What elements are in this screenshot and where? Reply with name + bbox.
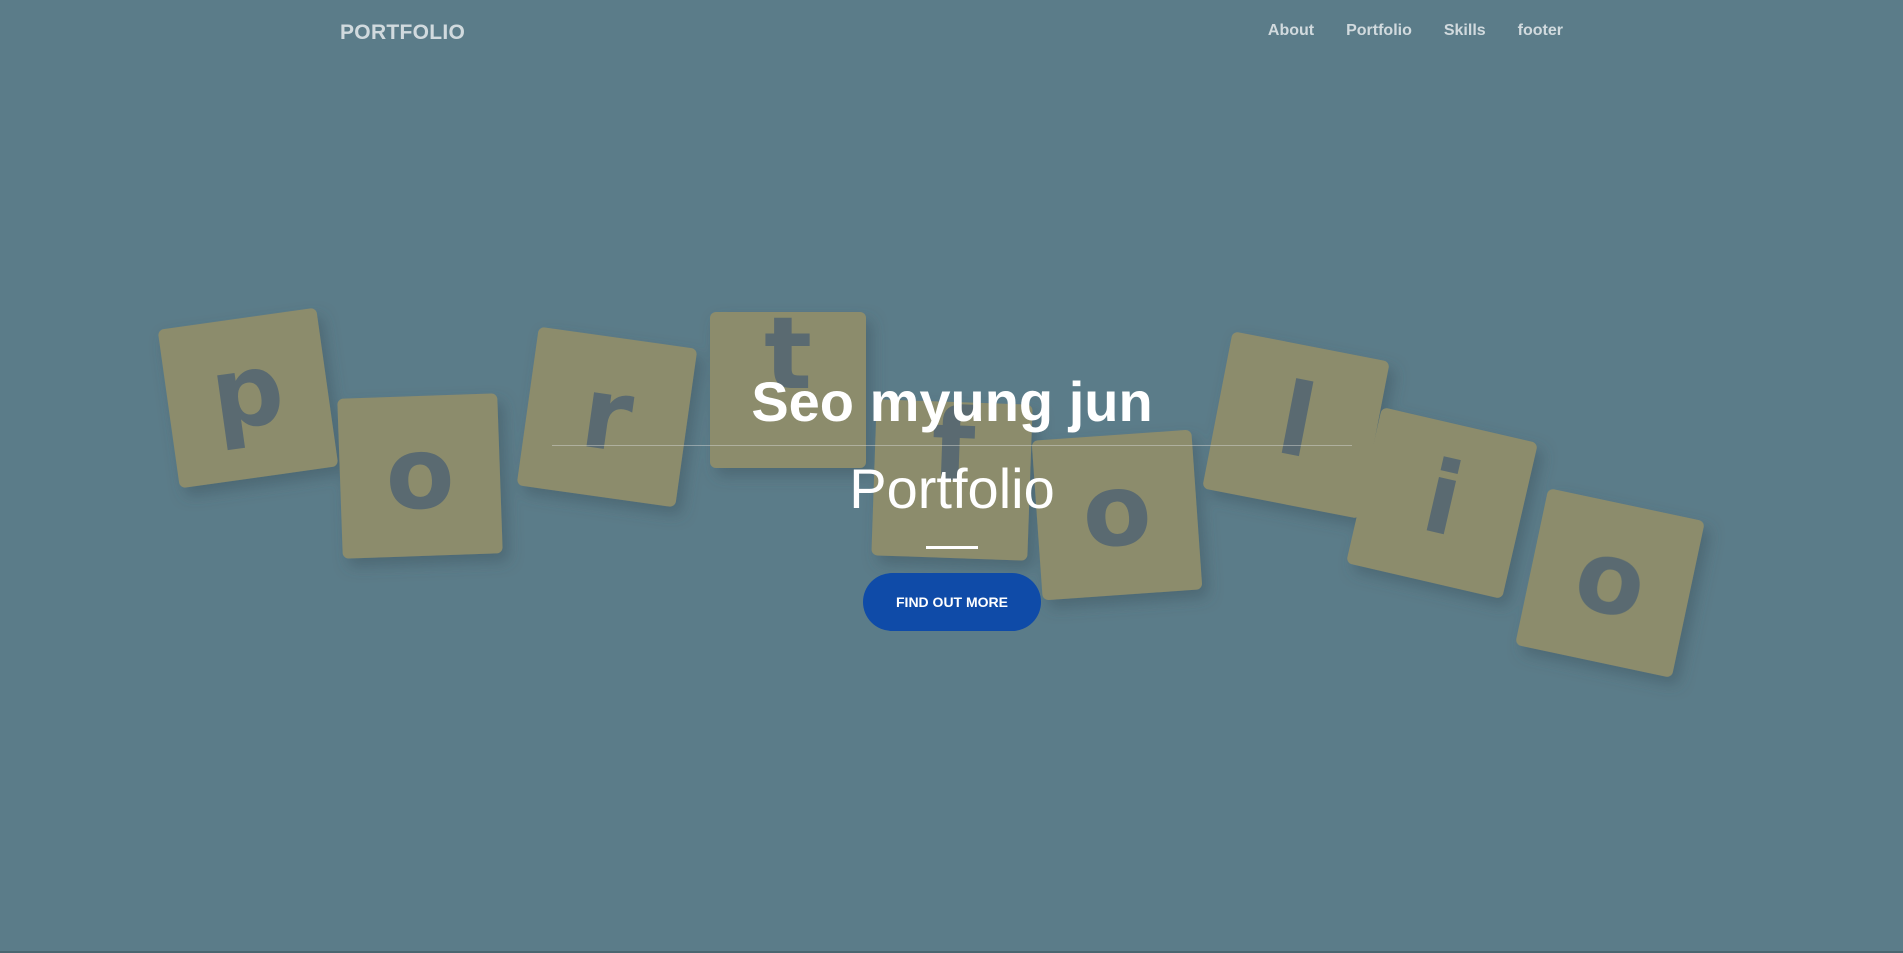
nav-link-footer[interactable]: footer: [1502, 22, 1563, 40]
top-navbar: PORTFOLIO About Portfolio Skills footer: [0, 0, 1903, 68]
hero-divider: [926, 546, 978, 549]
nav-link-portfolio[interactable]: Portfolio: [1330, 22, 1428, 40]
nav-links: About Portfolio Skills footer: [1252, 22, 1563, 40]
svg-text:o: o: [384, 414, 457, 533]
find-out-more-button[interactable]: FIND OUT MORE: [863, 573, 1041, 631]
nav-link-skills[interactable]: Skills: [1428, 22, 1502, 40]
hero-content: Seo myung jun Portfolio FIND OUT MORE: [552, 365, 1352, 631]
nav-link-about[interactable]: About: [1252, 22, 1330, 40]
hero-section: p o r t f o l i o PORTFOLIO About Portfo…: [0, 0, 1903, 953]
title-separator-line: [552, 445, 1352, 446]
hero-title: Seo myung jun: [751, 370, 1153, 433]
hero-subtitle: Portfolio: [849, 457, 1055, 520]
brand-logo-link[interactable]: PORTFOLIO: [340, 21, 465, 45]
